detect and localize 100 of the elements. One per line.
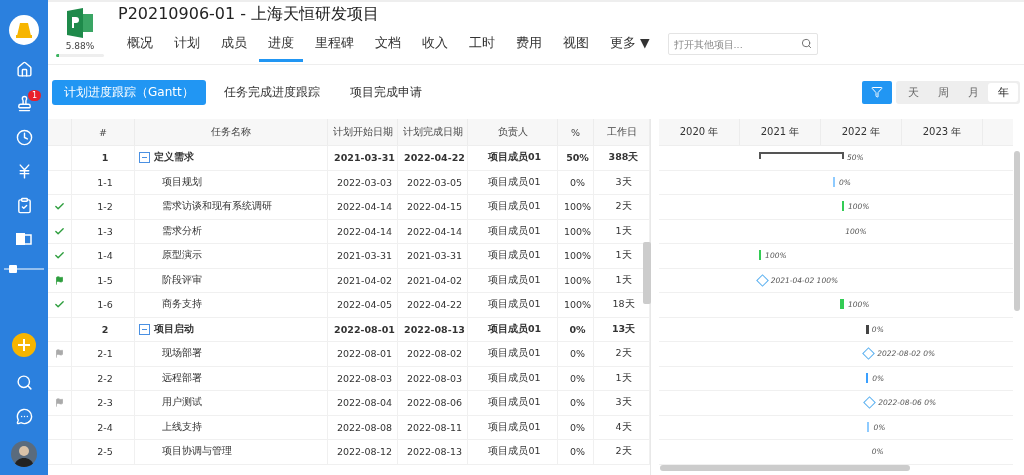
task-name: 上线支持 [162, 420, 202, 434]
table-cell: 2022-08-01 [328, 342, 398, 366]
table-cell: 100% [558, 244, 594, 268]
table-cell: 2-5 [72, 440, 135, 464]
summary-bar [865, 324, 869, 334]
nav-tab[interactable]: 计划 [165, 34, 209, 62]
table-cell: 2022-03-05 [398, 170, 468, 194]
table-cell: 项目成员01 [468, 293, 558, 317]
table-cell: 1-1 [72, 170, 135, 194]
table-cell: 0% [558, 440, 594, 464]
table-cell: 2 [72, 317, 135, 341]
task-name: 项目协调与管理 [162, 445, 232, 459]
table-cell: 2-3 [72, 391, 135, 415]
home-icon[interactable] [15, 60, 33, 78]
column-header: 负责人 [468, 119, 558, 145]
table-cell: 50% [558, 146, 594, 170]
clipboard-check-icon[interactable] [15, 196, 33, 214]
table-cell: 2021-04-02 [328, 268, 398, 292]
search-field[interactable]: 打开其他项目... [667, 33, 818, 55]
splitter-handle[interactable] [643, 242, 651, 304]
year-header: 2020 年 [659, 119, 740, 145]
table-cell: 2021-03-31 [328, 146, 398, 170]
column-header: 工作日 [594, 119, 650, 145]
table-cell: 2-4 [72, 415, 135, 439]
table-cell: 1 [72, 146, 135, 170]
table-cell: 项目成员01 [468, 219, 558, 243]
table-cell: 3天 [594, 170, 650, 194]
progress-text: 5.88% [65, 41, 95, 51]
column-header: # [72, 119, 135, 145]
table-cell: 2天 [594, 440, 650, 464]
nav-tab[interactable]: 成员 [212, 34, 256, 62]
nav-tab[interactable]: 进度 [259, 34, 303, 62]
table-cell: 0% [558, 342, 594, 366]
table-cell: 1-5 [72, 268, 135, 292]
table-cell: 100% [558, 293, 594, 317]
table-cell: 0% [558, 366, 594, 390]
sub-tab[interactable]: 任务完成进度跟踪 [211, 79, 332, 105]
table-cell: 2022-08-04 [328, 391, 398, 415]
nav-tab[interactable]: 更多 ▼ [601, 34, 659, 62]
scrollbar[interactable] [1014, 151, 1020, 311]
filter-button[interactable] [862, 80, 892, 104]
slider-icon[interactable] [4, 264, 44, 274]
task-name: 远程部署 [162, 371, 202, 385]
scale-option[interactable]: 周 [928, 82, 958, 102]
table-cell: 2021-03-31 [328, 244, 398, 268]
table-cell: 项目成员01 [468, 244, 558, 268]
scale-option[interactable]: 年 [988, 82, 1018, 102]
table-cell: 2022-04-22 [398, 293, 468, 317]
table-cell: 1-6 [72, 293, 135, 317]
column-header: 计划完成日期 [398, 119, 468, 145]
chat-icon[interactable] [15, 407, 33, 425]
clock-icon[interactable] [15, 128, 33, 146]
task-name: 用户测试 [162, 396, 202, 410]
project-logo-icon [65, 8, 95, 38]
table-cell: 2021-03-31 [398, 244, 468, 268]
nav-tab[interactable]: 工时 [460, 34, 504, 62]
sub-tab[interactable]: 项目完成申请 [337, 79, 434, 105]
user-avatar[interactable] [11, 441, 37, 467]
table-cell: 2022-08-03 [398, 366, 468, 390]
nav-tab[interactable]: 收入 [413, 34, 457, 62]
scrollbar[interactable] [660, 465, 910, 471]
column-header: % [558, 119, 594, 145]
table-cell: 项目成员01 [468, 317, 558, 341]
stamp-icon[interactable] [15, 94, 33, 112]
year-header: 2022 年 [821, 119, 902, 145]
logo-icon[interactable] [9, 15, 39, 45]
table-cell: 2022-03-03 [328, 170, 398, 194]
add-icon[interactable] [12, 333, 36, 357]
table-cell: 2022-08-11 [398, 415, 468, 439]
search-icon[interactable] [15, 373, 33, 391]
table-cell: 2022-04-22 [398, 146, 468, 170]
table-cell: 项目成员01 [468, 195, 558, 219]
nav-tab[interactable]: 视图 [554, 34, 598, 62]
table-cell: 100% [558, 268, 594, 292]
table-cell: 2021-04-02 [398, 268, 468, 292]
scale-option[interactable]: 天 [898, 82, 928, 102]
table-cell: 2-1 [72, 342, 135, 366]
nav-tab[interactable]: 费用 [507, 34, 551, 62]
task-name: 需求访谈和现有系统调研 [162, 200, 272, 214]
table-cell: 项目成员01 [468, 366, 558, 390]
collapse-toggle[interactable] [139, 152, 150, 164]
task-name: 阶段评审 [162, 273, 202, 287]
year-header: 2023 年 [902, 119, 983, 145]
table-cell: 2022-08-12 [328, 440, 398, 464]
search-icon[interactable] [800, 38, 812, 49]
nav-tab[interactable]: 里程碑 [306, 34, 363, 62]
nav-tab[interactable]: 概况 [118, 34, 162, 62]
table-cell: 2022-04-14 [328, 219, 398, 243]
nav-tab[interactable]: 文档 [366, 34, 410, 62]
table-cell: 1-2 [72, 195, 135, 219]
table-cell: 0% [558, 391, 594, 415]
table-cell: 1-3 [72, 219, 135, 243]
table-cell: 2022-04-14 [398, 219, 468, 243]
table-cell: 0% [558, 170, 594, 194]
table-cell: 1-4 [72, 244, 135, 268]
scale-option[interactable]: 月 [958, 82, 988, 102]
collapse-toggle[interactable] [139, 323, 150, 335]
table-cell: 2022-08-13 [398, 440, 468, 464]
project-icon[interactable] [16, 231, 32, 247]
task-name: 定义需求 [154, 151, 194, 165]
